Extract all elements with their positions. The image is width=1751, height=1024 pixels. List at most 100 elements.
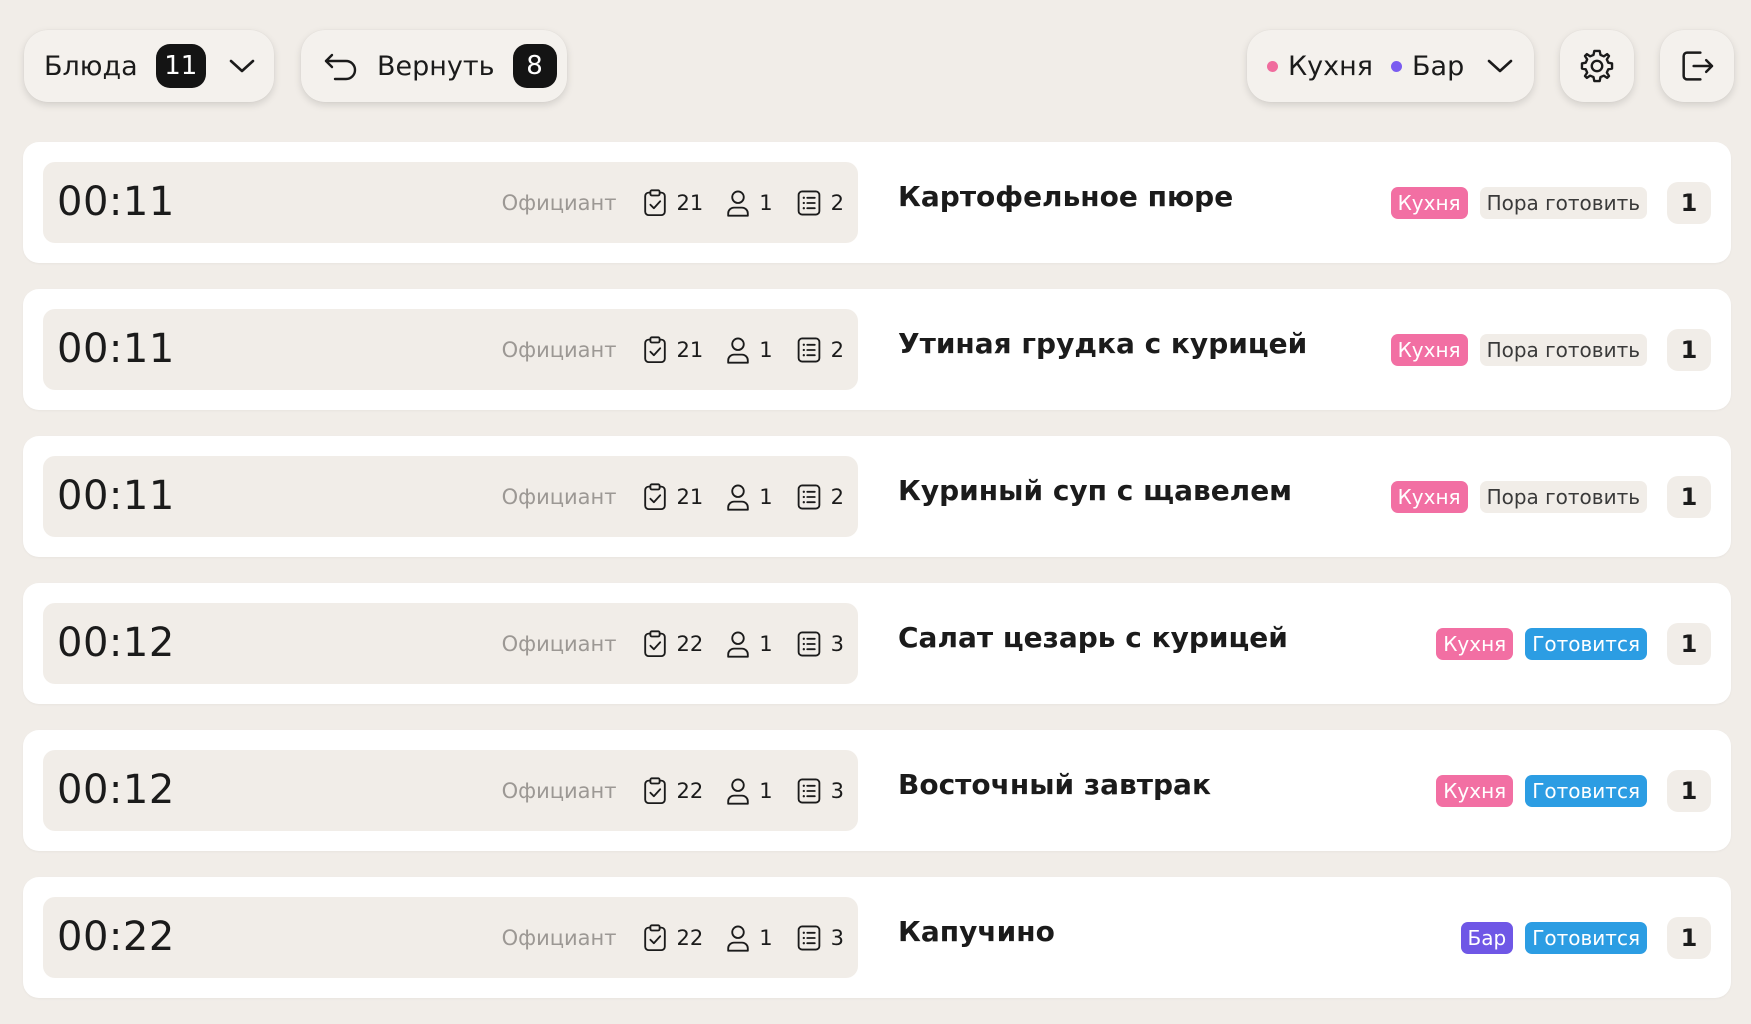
quantity-badge: 1	[1667, 623, 1711, 665]
order-info-panel: 00:12 Официант 22 1 3	[43, 750, 858, 831]
chevron-down-icon	[228, 57, 256, 75]
station-tag: Кухня	[1436, 627, 1514, 660]
quantity-badge: 1	[1667, 770, 1711, 812]
order-info-panel: 00:11 Официант 21 1 2	[43, 309, 858, 390]
dishes-filter-dropdown[interactable]: Блюда 11	[24, 30, 274, 102]
receipt-list-icon	[795, 188, 823, 218]
order-tags: Кухня Пора готовить	[1390, 436, 1647, 557]
order-info-panel: 00:11 Официант 21 1 2	[43, 456, 858, 537]
guests-count: 1	[759, 190, 773, 215]
user-icon	[725, 335, 751, 365]
check-count: 3	[830, 778, 844, 803]
status-tag: Готовится	[1525, 921, 1647, 954]
dish-name: Восточный завтрак	[898, 768, 1211, 801]
status-tag: Пора готовить	[1479, 333, 1647, 366]
order-meta: Официант 21 1 2	[502, 309, 844, 390]
receipt-list-icon	[795, 335, 823, 365]
order-info-panel: 00:11 Официант 21 1 2	[43, 162, 858, 243]
order-card[interactable]: 00:12 Официант 22 1 3 Восточный завтрак …	[23, 730, 1731, 851]
check-count: 3	[830, 631, 844, 656]
clipboard-check-icon	[641, 482, 669, 512]
guests-count: 1	[759, 631, 773, 656]
user-icon	[725, 188, 751, 218]
status-tag: Готовится	[1525, 774, 1647, 807]
order-card[interactable]: 00:22 Официант 22 1 3 Капучино Бар Готов…	[23, 877, 1731, 998]
clipboard-check-icon	[641, 776, 669, 806]
logout-icon	[1677, 46, 1717, 86]
station-bar-label: Бар	[1412, 50, 1465, 82]
chevron-down-icon	[1486, 57, 1514, 75]
order-meta: Официант 21 1 2	[502, 162, 844, 243]
user-icon	[725, 923, 751, 953]
order-meta: Официант 22 1 3	[502, 897, 844, 978]
status-tag: Пора готовить	[1479, 480, 1647, 513]
clipboard-check-icon	[641, 188, 669, 218]
station-tag: Кухня	[1436, 774, 1514, 807]
station-tag: Кухня	[1390, 480, 1468, 513]
quantity-badge: 1	[1667, 917, 1711, 959]
logout-button[interactable]	[1660, 30, 1734, 102]
guests-count: 1	[759, 925, 773, 950]
waiter-name: Официант	[501, 778, 617, 803]
station-filter-dropdown[interactable]: Кухня Бар	[1247, 30, 1534, 102]
guests-count: 1	[759, 337, 773, 362]
check-count: 2	[830, 190, 844, 215]
order-meta: Официант 22 1 3	[502, 603, 844, 684]
check-count: 2	[830, 484, 844, 509]
dishes-count-badge: 11	[155, 44, 206, 88]
quantity-badge: 1	[1667, 182, 1711, 224]
return-button[interactable]: Вернуть 8	[301, 30, 567, 102]
bar-dot	[1391, 60, 1403, 72]
clipboard-check-icon	[641, 923, 669, 953]
settings-button[interactable]	[1560, 30, 1634, 102]
receipt-list-icon	[795, 776, 823, 806]
check-count: 3	[830, 925, 844, 950]
status-tag: Пора готовить	[1479, 186, 1647, 219]
order-card[interactable]: 00:12 Официант 22 1 3 Салат цезарь с кур…	[23, 583, 1731, 704]
order-list: 00:11 Официант 21 1 2 Картофельное пюре …	[23, 142, 1731, 1024]
dishes-label: Блюда	[44, 50, 138, 82]
dish-name: Картофельное пюре	[898, 180, 1234, 213]
guests-count: 1	[759, 778, 773, 803]
table-number: 22	[676, 925, 704, 950]
gear-icon	[1578, 47, 1616, 85]
order-tags: Кухня Готовится	[1436, 730, 1647, 851]
station-tag: Бар	[1460, 921, 1514, 954]
status-tag: Готовится	[1525, 627, 1647, 660]
table-number: 21	[676, 190, 704, 215]
dish-name: Салат цезарь с курицей	[898, 621, 1288, 654]
order-tags: Бар Готовится	[1460, 877, 1647, 998]
user-icon	[725, 776, 751, 806]
order-info-panel: 00:12 Официант 22 1 3	[43, 603, 858, 684]
waiter-name: Официант	[501, 925, 617, 950]
waiter-name: Официант	[501, 190, 617, 215]
return-count-badge: 8	[512, 44, 557, 88]
order-meta: Официант 22 1 3	[502, 750, 844, 831]
waiter-name: Официант	[501, 631, 617, 656]
quantity-badge: 1	[1667, 476, 1711, 518]
order-info-panel: 00:22 Официант 22 1 3	[43, 897, 858, 978]
station-kitchen-label: Кухня	[1288, 50, 1374, 82]
top-toolbar: Блюда 11 Вернуть 8 Кухня Бар	[0, 0, 1751, 130]
order-timer: 00:12	[57, 620, 175, 666]
user-icon	[725, 629, 751, 659]
order-card[interactable]: 00:11 Официант 21 1 2 Куриный суп с щаве…	[23, 436, 1731, 557]
return-label: Вернуть	[377, 50, 495, 82]
order-card[interactable]: 00:11 Официант 21 1 2 Картофельное пюре …	[23, 142, 1731, 263]
order-timer: 00:11	[57, 179, 175, 225]
order-timer: 00:11	[57, 326, 175, 372]
order-tags: Кухня Пора готовить	[1390, 289, 1647, 410]
order-meta: Официант 21 1 2	[502, 456, 844, 537]
order-timer: 00:22	[57, 914, 175, 960]
waiter-name: Официант	[501, 337, 617, 362]
user-icon	[725, 482, 751, 512]
kitchen-dot	[1267, 60, 1278, 72]
quantity-badge: 1	[1667, 329, 1711, 371]
order-timer: 00:11	[57, 473, 175, 519]
table-number: 22	[676, 778, 704, 803]
clipboard-check-icon	[641, 335, 669, 365]
order-card[interactable]: 00:11 Официант 21 1 2 Утиная грудка с ку…	[23, 289, 1731, 410]
undo-icon	[323, 51, 359, 81]
check-count: 2	[830, 337, 844, 362]
station-tag: Кухня	[1390, 333, 1468, 366]
